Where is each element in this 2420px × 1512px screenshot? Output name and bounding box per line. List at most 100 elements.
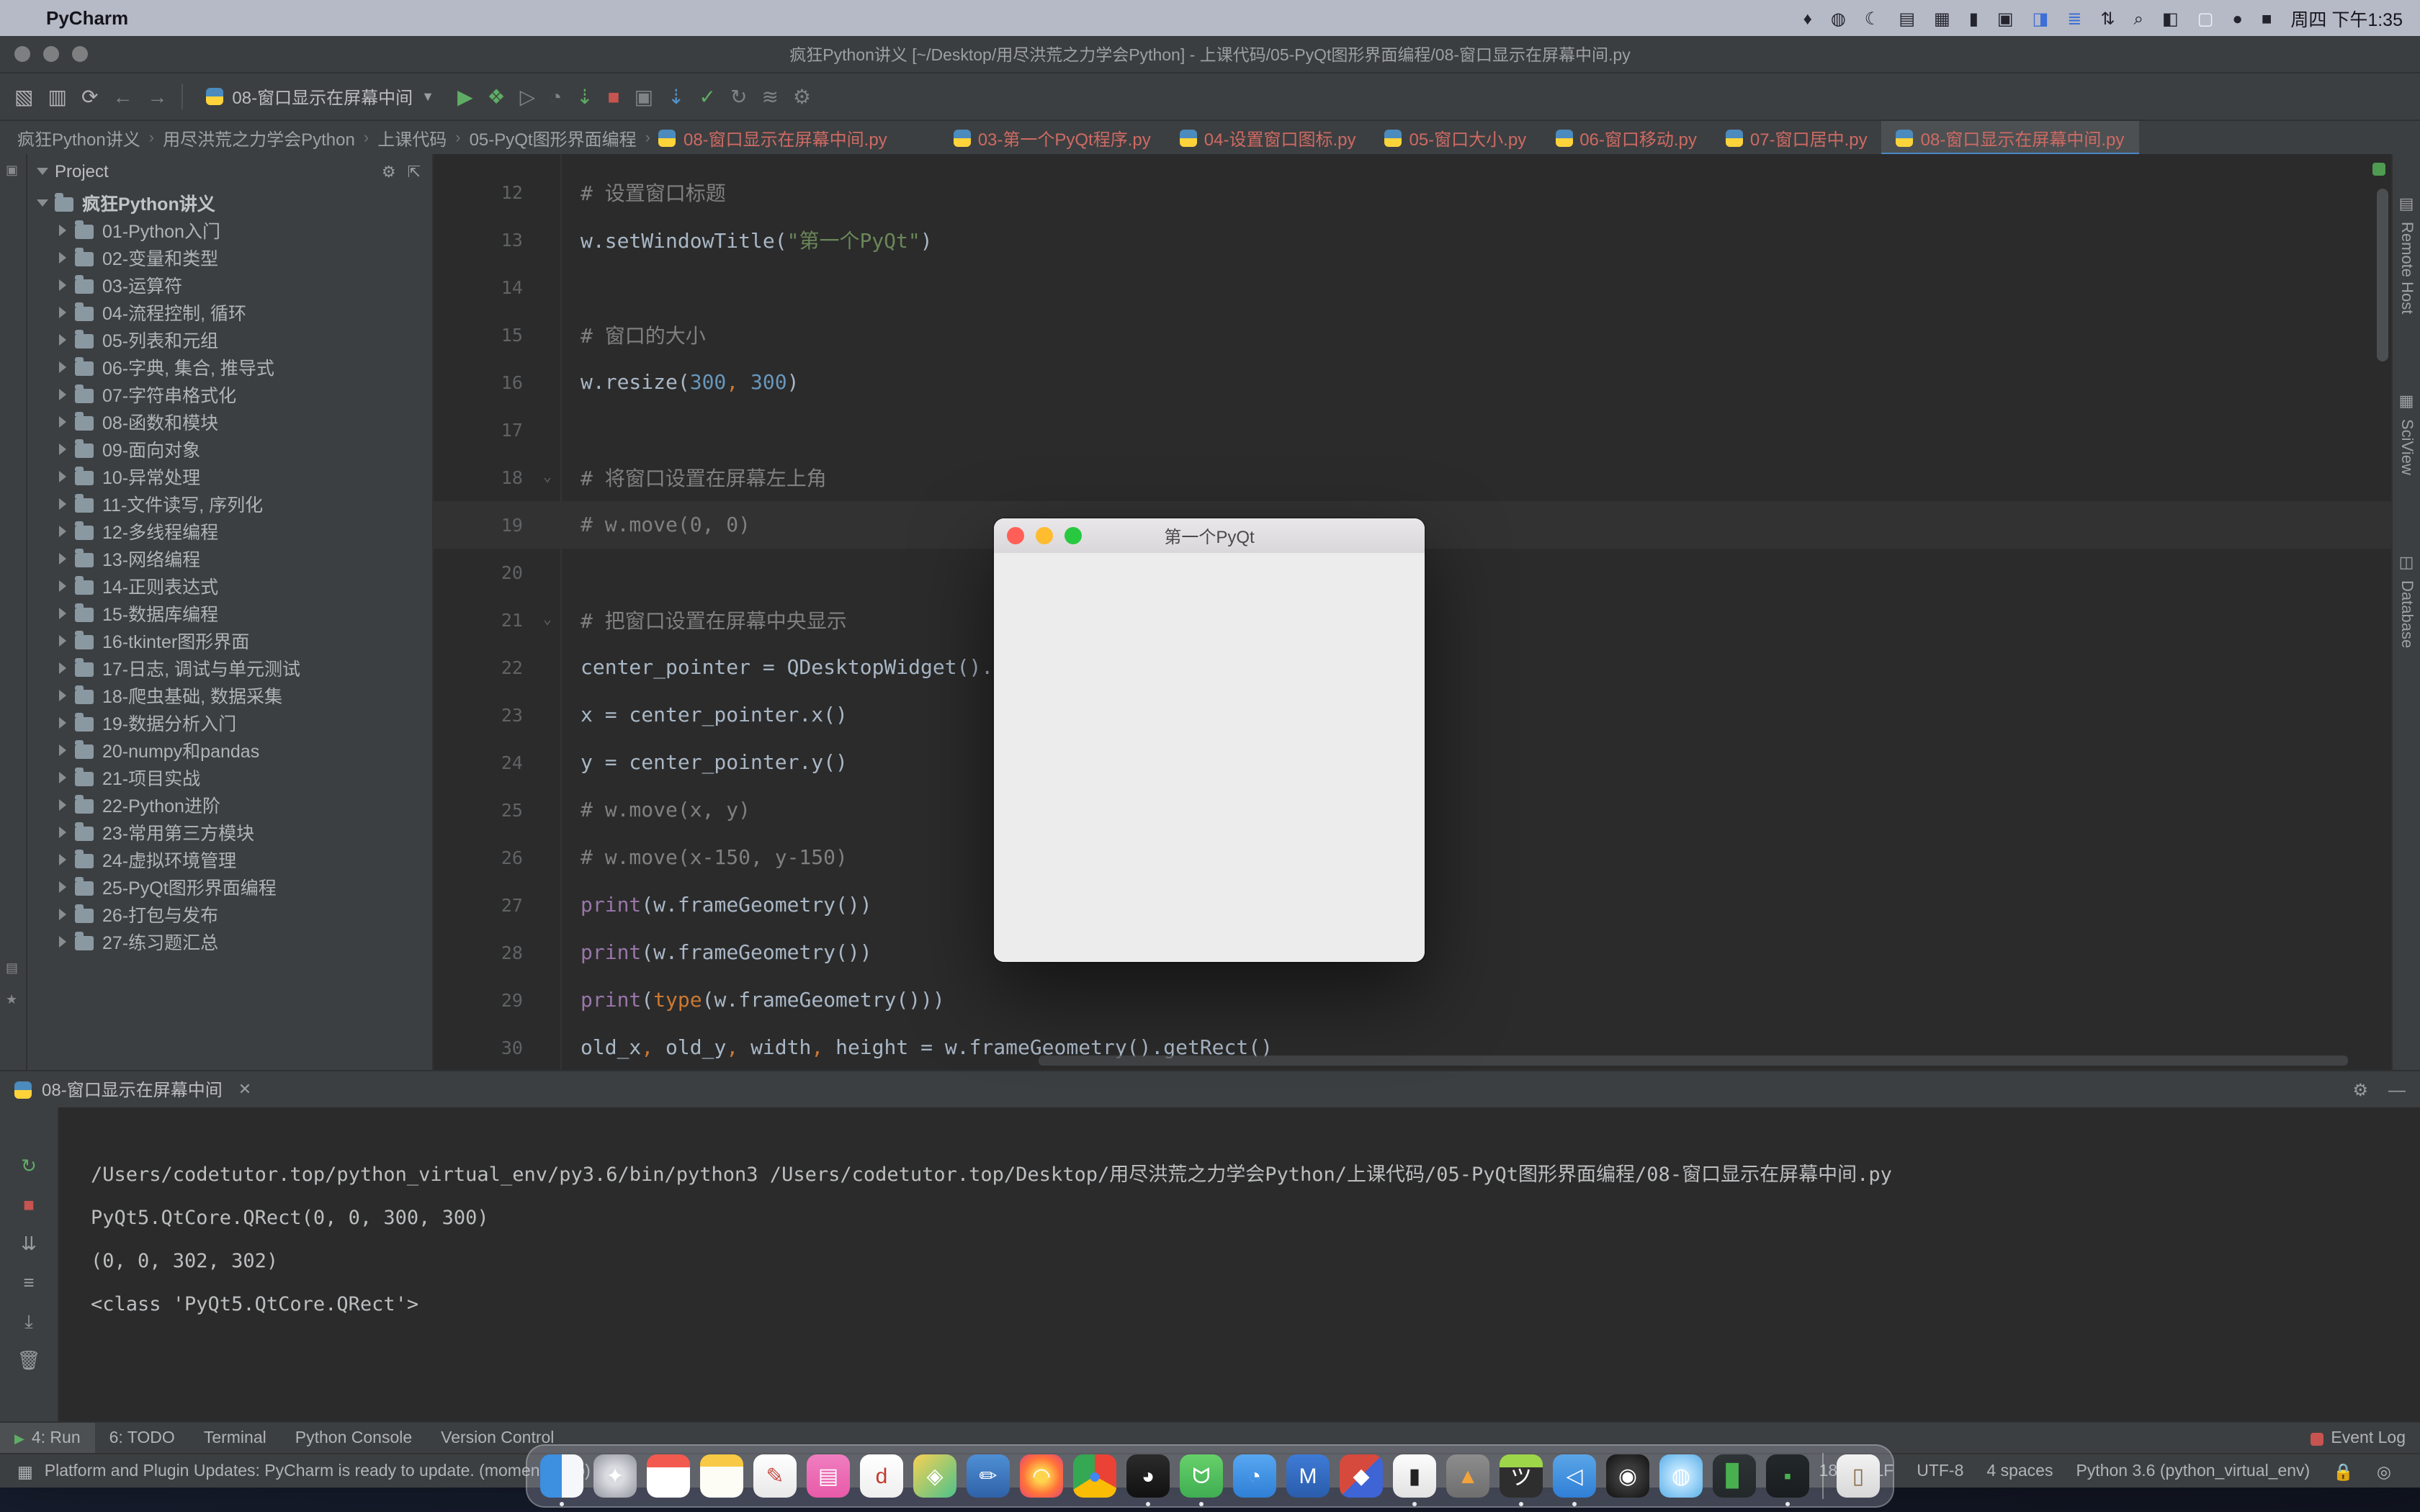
calendar-icon[interactable]: 17 [647, 1454, 690, 1498]
project-header[interactable]: Project ⚙ ⇱ [27, 154, 432, 189]
gear-icon[interactable]: ⚙ [382, 162, 396, 181]
sciview-tool[interactable]: ▦SciView [2397, 392, 2416, 475]
editor-tab[interactable]: 05-窗口大小.py [1370, 121, 1541, 156]
tree-item[interactable]: 07-字符串格式化 [27, 380, 432, 408]
tree-item[interactable]: 01-Python入门 [27, 216, 432, 243]
tree-item[interactable]: 22-Python进阶 [27, 791, 432, 818]
status-widget[interactable]: Python 3.6 (python_virtual_env) [2064, 1462, 2321, 1480]
tree-item[interactable]: 06-字典, 集合, 推导式 [27, 353, 432, 380]
fold-arrow-icon[interactable]: ⌄ [543, 612, 581, 628]
editor-horizontal-scrollbar[interactable] [1039, 1056, 2348, 1066]
tree-item[interactable]: 12-多线程编程 [27, 517, 432, 544]
breadcrumb-segment[interactable]: 疯狂Python讲义 [17, 126, 140, 150]
lock-icon[interactable]: 🔒 [2321, 1461, 2365, 1481]
rerun-icon[interactable]: ↻ [21, 1156, 37, 1175]
vcs-commit-icon[interactable]: ✓ [699, 86, 716, 107]
tree-item[interactable]: 20-numpy和pandas [27, 736, 432, 763]
pyqt-title-bar[interactable]: 第一个PyQt [994, 518, 1425, 554]
tree-item[interactable]: 26-打包与发布 [27, 900, 432, 927]
soft-wrap-icon[interactable]: ≡ [23, 1273, 34, 1292]
blue-globe-icon[interactable]: ◍ [1659, 1454, 1703, 1498]
editor-tab[interactable]: 06-窗口移动.py [1541, 121, 1711, 156]
tree-item[interactable]: 23-常用第三方模块 [27, 818, 432, 845]
iterm-icon[interactable]: ▮ [1393, 1454, 1436, 1498]
event-log-button[interactable]: Event Log [2296, 1430, 2420, 1447]
display-icon[interactable]: ▦ [1934, 9, 1950, 27]
remote-host-tool[interactable]: ▤Remote Host [2397, 194, 2416, 314]
stop-icon[interactable]: ■ [23, 1195, 35, 1214]
ide-title-bar[interactable]: 疯狂Python讲义 [~/Desktop/用尽洪荒之力学会Python] - … [0, 36, 2420, 73]
vcs-history-icon[interactable]: ≋ [761, 86, 778, 107]
tree-item[interactable]: 19-数据分析入门 [27, 708, 432, 736]
notes-status-icon[interactable]: ▢ [2197, 9, 2214, 27]
search-everywhere-icon[interactable]: ▣ [635, 86, 653, 107]
back-icon[interactable]: ← [112, 86, 133, 107]
tree-item[interactable]: 25-PyQt图形界面编程 [27, 873, 432, 900]
clipboard-icon[interactable]: ▣ [1997, 9, 2014, 27]
close-icon[interactable]: ✕ [238, 1080, 251, 1099]
left-tool-stripe[interactable]: ▣ ▤ ★ [0, 154, 27, 1070]
vcs-update-icon[interactable]: ⇣ [668, 86, 684, 107]
ps-blue-icon[interactable]: ✏ [967, 1454, 1010, 1498]
hector-indicator-icon[interactable]: ◎ [2365, 1461, 2403, 1481]
breadcrumb-current-file[interactable]: 08-窗口显示在屏幕中间.py [659, 126, 887, 150]
status-updates-icon[interactable]: ▦ [17, 1461, 33, 1481]
structure-stripe-icon[interactable]: ▤ [6, 960, 20, 975]
android-studio-icon[interactable]: ◈ [913, 1454, 956, 1498]
tree-item[interactable]: 18-爬虫基础, 数据采集 [27, 681, 432, 708]
breadcrumb-segment[interactable]: 05-PyQt图形界面编程 [470, 126, 637, 150]
tool-window-button[interactable]: 6: TODO [95, 1423, 189, 1454]
notes-icon[interactable] [700, 1454, 743, 1498]
moon-icon[interactable]: ☾ [1865, 9, 1881, 27]
sync-icon[interactable]: ⇅ [2100, 9, 2115, 27]
textedit-icon[interactable]: ✎ [753, 1454, 797, 1498]
profiler-icon[interactable]: ◔ [550, 86, 562, 107]
run-icon[interactable]: ▶ [457, 86, 473, 107]
project-stripe-icon[interactable]: ▣ [6, 163, 20, 177]
sync-icon[interactable]: ⟳ [81, 86, 98, 107]
keyboard-icon[interactable]: ▤ [1899, 9, 1915, 27]
obs-disc-icon[interactable]: ◉ [1606, 1454, 1649, 1498]
tree-item[interactable]: 15-数据库编程 [27, 599, 432, 626]
run-configuration-selector[interactable]: 08-窗口显示在屏幕中间▼ [197, 81, 443, 112]
tree-item[interactable]: 05-列表和元组 [27, 325, 432, 353]
tree-item[interactable]: 10-异常处理 [27, 462, 432, 490]
menu-extra-icon[interactable]: ■ [2262, 9, 2272, 27]
tree-item[interactable]: 13-网络编程 [27, 544, 432, 572]
tree-item[interactable]: 24-虚拟环境管理 [27, 845, 432, 873]
settings-icon[interactable]: ⚙ [793, 86, 811, 107]
chrome-icon[interactable]: ● [1073, 1454, 1116, 1498]
inspection-status-icon[interactable] [2372, 163, 2385, 176]
tree-item[interactable]: 09-面向对象 [27, 435, 432, 462]
qq-penguin-icon[interactable]: ◕ [1126, 1454, 1170, 1498]
vlc-blue-icon[interactable]: ◁ [1553, 1454, 1596, 1498]
tree-item[interactable]: 17-日志, 调试与单元测试 [27, 654, 432, 681]
word-blue-icon[interactable]: M [1286, 1454, 1330, 1498]
clear-console-icon[interactable]: 🗑 [17, 1351, 40, 1369]
tree-item[interactable]: 08-函数和模块 [27, 408, 432, 435]
fold-arrow-icon[interactable]: ⌄ [543, 469, 581, 485]
open-icon[interactable]: ▧ [14, 86, 33, 107]
emulator-dark-1-icon[interactable]: ▊ [1713, 1454, 1756, 1498]
save-all-icon[interactable]: ▥ [48, 86, 66, 107]
tool-window-button[interactable]: Terminal [189, 1423, 281, 1454]
status-widget[interactable]: 4 spaces [1975, 1462, 2064, 1480]
status-widget[interactable]: UTF-8 [1905, 1462, 1975, 1480]
editor-tab[interactable]: 08-窗口显示在屏幕中间.py [1882, 121, 2139, 156]
tree-item[interactable]: 04-流程控制, 循环 [27, 298, 432, 325]
tree-item[interactable]: 11-文件读写, 序列化 [27, 490, 432, 517]
green-face-app-icon[interactable]: ツ [1500, 1454, 1543, 1498]
restore-layout-icon[interactable]: ⇊ [21, 1234, 37, 1253]
forward-icon[interactable]: → [147, 86, 167, 107]
mic-icon[interactable]: ♦ [1803, 9, 1812, 27]
app-menu-pycharm[interactable]: PyCharm [46, 7, 128, 29]
tree-item[interactable]: 27-练习题汇总 [27, 927, 432, 955]
emulator-dark-2-icon[interactable]: ▪ [1766, 1454, 1809, 1498]
collapse-all-icon[interactable]: ⇱ [408, 162, 421, 181]
control-center-icon[interactable]: ◧ [2162, 9, 2179, 27]
dingtalk-icon[interactable]: ◔ [1233, 1454, 1276, 1498]
shazam-icon[interactable]: ◍ [1831, 9, 1846, 27]
run-tab-label[interactable]: 08-窗口显示在屏幕中间 [42, 1077, 223, 1102]
breadcrumb-segment[interactable]: 上课代码 [377, 126, 447, 150]
stop-icon[interactable]: ■ [608, 86, 620, 107]
